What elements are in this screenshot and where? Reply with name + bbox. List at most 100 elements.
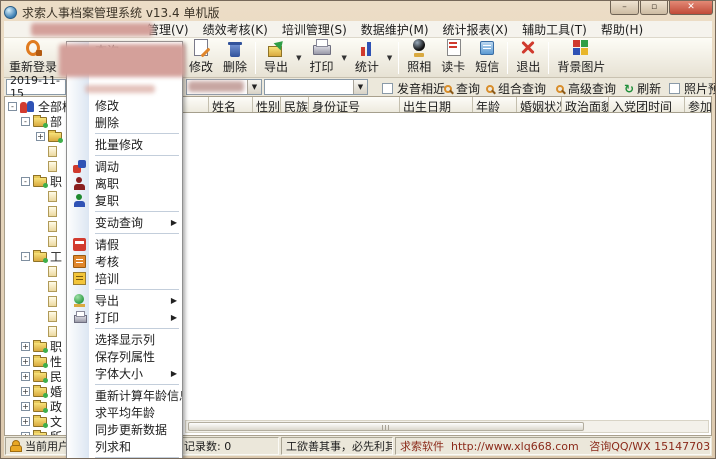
- col-work-start[interactable]: 参加工作: [685, 97, 711, 112]
- photo-preview-checkbox[interactable]: 照片预览框: [669, 80, 716, 97]
- ctx-assessment[interactable]: 考核: [67, 253, 182, 270]
- phonetic-checkbox[interactable]: 发音相近: [382, 80, 445, 97]
- tree-toggle[interactable]: +: [21, 417, 30, 426]
- vendor-qq: 咨询QQ/WX 151477039: [589, 438, 711, 454]
- exit-button[interactable]: 退出: [511, 39, 545, 76]
- edit-button[interactable]: 修改: [184, 39, 218, 76]
- title-bar: 求索人事档案管理系统 v13.4 单机版: [4, 3, 712, 21]
- tree-toggle[interactable]: -: [21, 117, 30, 126]
- minimize-button[interactable]: –: [610, 0, 639, 15]
- menu-performance[interactable]: 绩效考核(K): [196, 20, 275, 39]
- export-dropdown-arrow[interactable]: ▼: [293, 54, 304, 62]
- delete-button[interactable]: 删除: [218, 39, 252, 76]
- ctx-average-age[interactable]: 求平均年龄: [67, 404, 182, 421]
- ctx-leave[interactable]: 请假: [67, 236, 182, 253]
- relogin-icon: [23, 39, 43, 57]
- training-icon: [73, 272, 86, 285]
- ctx-print[interactable]: 打印▶: [67, 309, 182, 326]
- tree-toggle[interactable]: -: [21, 252, 30, 261]
- stats-dropdown-arrow[interactable]: ▼: [384, 54, 395, 62]
- col-political-status[interactable]: 政治面貌: [562, 97, 609, 112]
- print-dropdown-arrow[interactable]: ▼: [338, 54, 349, 62]
- advanced-query-button[interactable]: 高级查询: [556, 80, 616, 97]
- camera-button[interactable]: 照相: [402, 39, 436, 76]
- camera-icon: [409, 39, 429, 57]
- card-reader-button[interactable]: 读卡: [436, 39, 470, 76]
- background-image-button[interactable]: 背景图片: [552, 39, 610, 76]
- sms-icon: [477, 39, 497, 57]
- checkbox-icon[interactable]: [669, 83, 680, 94]
- tree-toggle[interactable]: +: [21, 372, 30, 381]
- close-button[interactable]: ✕: [669, 0, 713, 15]
- ctx-select-columns[interactable]: 选择显示列: [67, 331, 182, 348]
- ctx-recalc-age[interactable]: 重新计算年龄信息: [67, 387, 182, 404]
- maximize-button[interactable]: ▫: [640, 0, 668, 15]
- transfer-icon: [73, 160, 86, 173]
- export-button[interactable]: 导出: [259, 39, 293, 76]
- stats-button[interactable]: 统计: [350, 39, 384, 76]
- col-party-join-time[interactable]: 入党团时间: [609, 97, 685, 112]
- combo-dropdown-arrow[interactable]: ▼: [247, 80, 261, 94]
- col-ethnicity[interactable]: 民族: [281, 97, 309, 112]
- tree-toggle[interactable]: +: [21, 402, 30, 411]
- tree-toggle[interactable]: -: [21, 177, 30, 186]
- sms-button[interactable]: 短信: [470, 39, 504, 76]
- vendor-url[interactable]: http://www.xlq668.com: [451, 440, 579, 453]
- ctx-export[interactable]: 导出▶: [67, 292, 182, 309]
- scrollbar-grip: [382, 425, 391, 430]
- col-id-number[interactable]: 身份证号: [309, 97, 400, 112]
- refresh-button[interactable]: ↻ 刷新: [624, 80, 661, 97]
- print-button[interactable]: 打印: [304, 39, 338, 76]
- leaf-icon: [48, 326, 57, 337]
- filter-combo-2[interactable]: ▼: [264, 79, 368, 95]
- relogin-button[interactable]: 重新登录: [4, 39, 62, 76]
- col-marital-status[interactable]: 婚姻状况: [517, 97, 562, 112]
- toolbar-separator: [398, 42, 399, 74]
- ctx-edit[interactable]: 修改: [67, 97, 182, 114]
- query-button[interactable]: 查询: [444, 80, 480, 97]
- ctx-sync-data[interactable]: 同步更新数据: [67, 421, 182, 438]
- menu-data-maintenance[interactable]: 数据维护(M): [354, 20, 436, 39]
- folder-icon: [33, 252, 47, 262]
- delete-icon: [225, 39, 245, 57]
- ctx-training[interactable]: 培训: [67, 270, 182, 287]
- ctx-change-query[interactable]: 变动查询▶: [67, 214, 182, 231]
- ctx-transfer[interactable]: 调动: [67, 158, 182, 175]
- ctx-delete[interactable]: 删除: [67, 114, 182, 131]
- col-name[interactable]: 姓名: [209, 97, 253, 112]
- scrollbar-thumb[interactable]: [188, 422, 584, 431]
- tree-toggle[interactable]: +: [21, 342, 30, 351]
- tree-toggle[interactable]: +: [21, 387, 30, 396]
- export-icon: [73, 294, 86, 307]
- date-field[interactable]: 2019-11-15: [6, 79, 66, 95]
- folder-icon: [33, 177, 47, 187]
- ctx-font-size[interactable]: 字体大小▶: [67, 365, 182, 382]
- col-age[interactable]: 年龄: [473, 97, 517, 112]
- col-birth-date[interactable]: 出生日期: [400, 97, 473, 112]
- tree-toggle[interactable]: -: [8, 102, 17, 111]
- menu-help[interactable]: 帮助(H): [594, 20, 650, 39]
- col-gender[interactable]: 性别: [253, 97, 281, 112]
- col-select[interactable]: [183, 97, 209, 112]
- submenu-arrow-icon: ▶: [171, 369, 182, 378]
- toolbar-separator: [548, 42, 549, 74]
- assessment-icon: [73, 255, 86, 268]
- ctx-save-column-props[interactable]: 保存列属性: [67, 348, 182, 365]
- tree-toggle[interactable]: +: [36, 132, 45, 141]
- tree-toggle[interactable]: +: [21, 432, 30, 435]
- ctx-column-sum[interactable]: 列求和: [67, 438, 182, 455]
- horizontal-scrollbar[interactable]: [185, 420, 709, 433]
- ctx-batch-edit[interactable]: 批量修改: [67, 136, 182, 153]
- ctx-resign[interactable]: 离职: [67, 175, 182, 192]
- combo-dropdown-arrow[interactable]: ▼: [353, 80, 367, 94]
- folder-icon: [33, 402, 47, 412]
- menu-statistics-report[interactable]: 统计报表(X): [436, 20, 516, 39]
- menu-training[interactable]: 培训管理(S): [275, 20, 354, 39]
- ctx-reinstate[interactable]: 复职: [67, 192, 182, 209]
- tree-toggle[interactable]: +: [21, 357, 30, 366]
- search-icon: [486, 85, 494, 93]
- menu-tools[interactable]: 辅助工具(T): [515, 20, 594, 39]
- checkbox-icon[interactable]: [382, 83, 393, 94]
- combo-query-button[interactable]: 组合查询: [486, 80, 546, 97]
- folder-icon: [33, 432, 47, 436]
